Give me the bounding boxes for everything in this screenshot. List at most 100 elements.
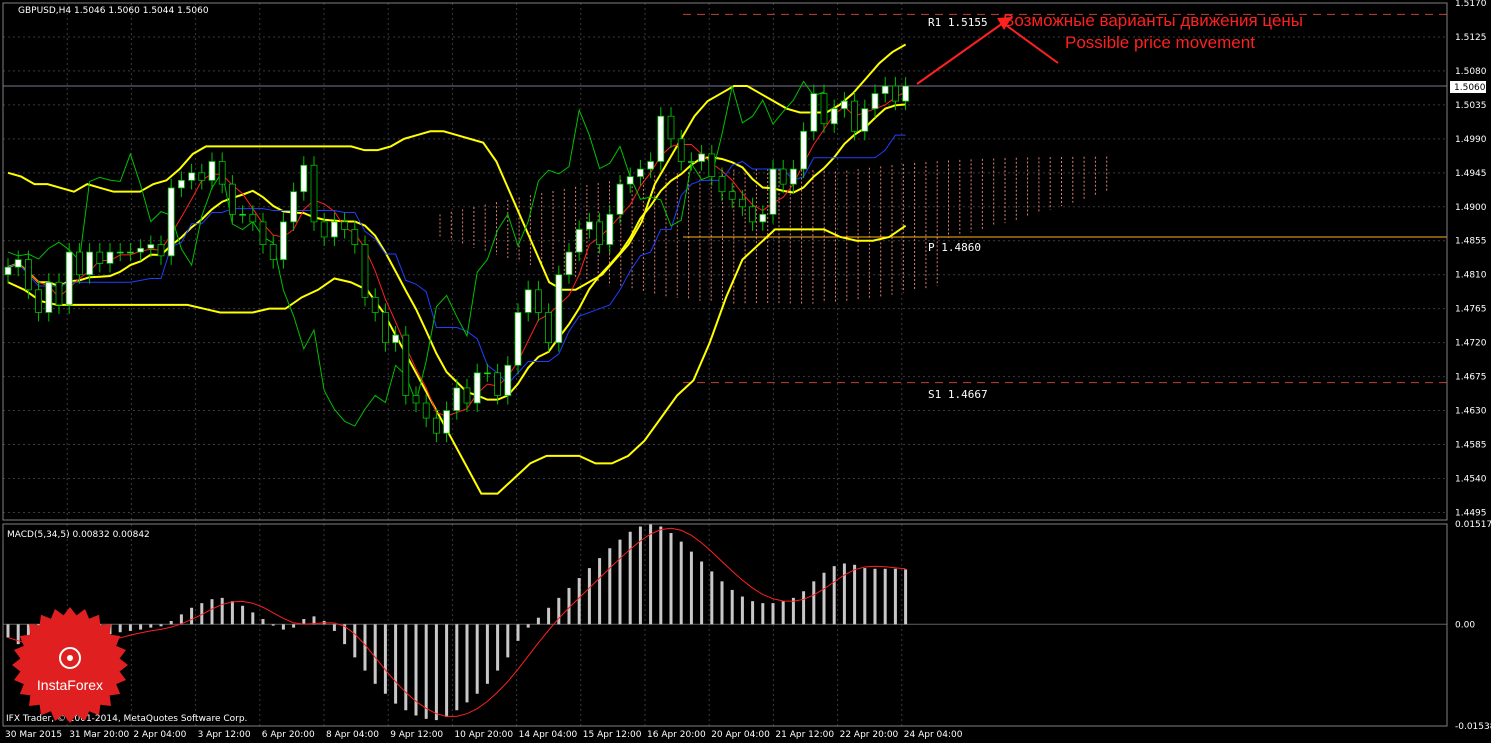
candle-body [606,213,614,245]
candle-body [728,191,736,200]
chart-background [0,0,1491,743]
candle-body [514,312,522,366]
pivot-label: P 1.4860 [928,241,981,254]
last-price-label: 1.5060 [1454,83,1486,93]
candle-body [677,138,685,162]
price-tick-label: 1.4585 [1455,441,1487,451]
copyright-text: IFX Trader, © 2001-2014, MetaQuotes Soft… [6,714,247,724]
candle-body [198,172,206,181]
candle-body [535,289,542,313]
candle-body [698,153,705,162]
macd-header: MACD(5,34,5) 0.00832 0.00842 [7,530,150,540]
time-tick-label: 9 Apr 12:00 [390,730,443,740]
symbol-header: GBPUSD,H4 1.5046 1.5060 1.5044 1.5060 [18,6,209,16]
annotation-en: Possible price movement [1065,33,1255,52]
instaforex-logo: InstaForex [12,607,128,723]
candle-body [157,244,165,257]
candle-body [24,259,32,291]
candle-body [137,247,145,253]
candle-body [300,164,308,193]
candle-body [351,229,359,245]
candle-body [106,251,114,264]
price-tick-label: 1.5125 [1455,33,1487,43]
candle-body [4,266,12,276]
candle-body [381,312,389,344]
candle-body [892,85,899,102]
candle-body [483,372,491,375]
candle-body [402,334,410,396]
candle-body [269,244,277,261]
time-tick-label: 15 Apr 12:00 [583,730,642,740]
chart-canvas: 1.5170 1.5125 1.5080 1.5035 1.4990 1.4945 1.49… [0,0,1491,743]
candle-body [116,251,124,254]
candle-body [177,179,185,189]
price-tick-label: 1.4630 [1455,407,1487,417]
price-tick-label: 1.4855 [1455,237,1487,247]
candle-body [820,93,828,125]
price-tick-label: 1.4675 [1455,373,1487,383]
candle-body [637,168,644,177]
time-tick-label: 6 Apr 20:00 [262,730,315,740]
candle-body [45,281,53,313]
candle-body [616,183,624,215]
price-tick-label: 1.4495 [1455,508,1487,518]
logo-text: InstaForex [37,677,103,693]
price-tick-label: 1.4990 [1455,135,1487,145]
candle-body [769,168,777,215]
candle-body [881,85,889,94]
candle-body [259,221,267,245]
time-tick-label: 22 Apr 20:00 [840,730,899,740]
time-tick-label: 31 Mar 20:00 [69,730,129,740]
candle-body [96,251,104,264]
price-tick-label: 1.4765 [1455,305,1487,315]
candle-body [647,161,654,170]
price-tick-label: 1.4945 [1455,169,1487,179]
candle-body [626,176,634,185]
candle-body [65,251,73,306]
candle-body [279,221,287,261]
price-tick-label: 1.4810 [1455,271,1487,281]
candle-body [861,108,869,132]
candle-body [779,168,787,185]
candle-body [453,387,461,411]
candle-body [749,206,756,223]
macd-tick-label: 0.01517 [1455,520,1491,530]
candle-body [218,161,226,185]
candle-body [147,244,155,249]
candle-body [688,161,695,163]
candle-body [657,115,665,162]
time-tick-label: 24 Apr 04:00 [904,730,963,740]
last-price-tag: 1.5060 [1450,81,1486,93]
candle-body [239,213,247,216]
candle-body [35,289,42,313]
candle-body [330,221,338,238]
time-tick-label: 10 Apr 20:00 [454,730,513,740]
candle-body [422,402,430,419]
annotation-ru: Возможные варианты движения цены [1003,11,1303,30]
candle-body [371,296,379,313]
candle-body [524,289,532,313]
candle-body [800,130,807,170]
candle-body [208,161,216,181]
candle-body [851,100,858,132]
candle-body [167,187,175,257]
time-tick-label: 16 Apr 20:00 [647,730,706,740]
price-tick-label: 1.4720 [1455,339,1487,349]
s1-label: S1 1.4667 [928,388,988,401]
candle-body [432,417,440,434]
price-tick-label: 1.5170 [1455,0,1487,9]
price-tick-label: 1.5035 [1455,101,1487,111]
candle-body [341,221,349,230]
time-tick-label: 30 Mar 2015 [5,730,62,740]
candle-body [127,251,134,254]
candle-body [463,387,471,404]
candle-body [545,312,552,344]
time-tick-label: 14 Apr 04:00 [519,730,578,740]
time-tick-label: 2 Apr 04:00 [133,730,186,740]
candle-body [86,251,93,276]
candle-body [565,251,573,276]
candle-body [841,100,848,110]
candle-body [14,259,22,268]
time-tick-label: 3 Apr 12:00 [198,730,251,740]
candle-body [586,221,593,230]
